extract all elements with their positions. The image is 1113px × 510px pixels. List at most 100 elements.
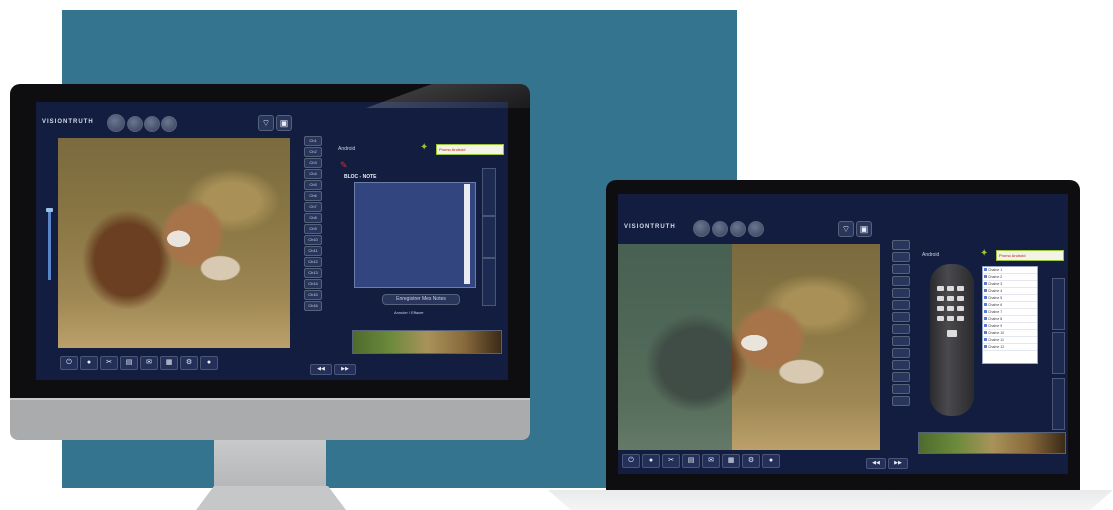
- channel-tag[interactable]: Ch3: [304, 158, 322, 168]
- channel-tag[interactable]: Ch2: [304, 147, 322, 157]
- list-item[interactable]: Chaîne 9: [983, 323, 1037, 330]
- volume-slider-handle[interactable]: [46, 208, 53, 212]
- remote-keypad: [937, 286, 967, 356]
- promo-banner[interactable]: Promo Android: [996, 250, 1064, 261]
- nav-button-2[interactable]: [712, 221, 728, 237]
- notepad-scrollbar[interactable]: [464, 184, 470, 284]
- channel-tag[interactable]: Ch13: [304, 268, 322, 278]
- bulb-icon[interactable]: ●: [200, 356, 218, 370]
- desktop-monitor: VISIONTRUTH ⌔ ▣ Ch1 Ch2 Ch3 Ch4 Ch5 Ch6 …: [10, 84, 530, 398]
- wifi-icon[interactable]: ⌔: [258, 115, 274, 131]
- grid-icon[interactable]: ▦: [160, 356, 178, 370]
- channel-tag[interactable]: Ch6: [304, 191, 322, 201]
- channel-tag[interactable]: [892, 264, 910, 274]
- channel-tag[interactable]: [892, 288, 910, 298]
- save-notes-button[interactable]: Enregistrer Mes Notes: [382, 294, 460, 305]
- list-item[interactable]: Chaîne 12: [983, 344, 1037, 351]
- laptop-base: [548, 490, 1113, 510]
- list-item[interactable]: Chaîne 10: [983, 330, 1037, 337]
- trash-icon[interactable]: ▣: [856, 221, 872, 237]
- channel-tag[interactable]: Ch14: [304, 279, 322, 289]
- promo-banner[interactable]: Promo Android: [436, 144, 504, 155]
- nav-button-3[interactable]: [730, 221, 746, 237]
- nav-button-2[interactable]: [127, 116, 143, 132]
- camera-icon[interactable]: ▤: [682, 454, 700, 468]
- nav-button-3[interactable]: [144, 116, 160, 132]
- channel-tag[interactable]: Ch10: [304, 235, 322, 245]
- tab-remote[interactable]: [1052, 278, 1065, 330]
- channel-tag[interactable]: Ch16: [304, 301, 322, 311]
- next-page-button[interactable]: ▶▶: [334, 364, 356, 375]
- channel-tag[interactable]: Ch8: [304, 213, 322, 223]
- channel-tag[interactable]: Ch4: [304, 169, 322, 179]
- tab-apps[interactable]: [482, 258, 496, 306]
- list-item[interactable]: Chaîne 6: [983, 302, 1037, 309]
- nav-button-4[interactable]: [748, 221, 764, 237]
- record-icon[interactable]: ●: [642, 454, 660, 468]
- channel-tag[interactable]: Ch15: [304, 290, 322, 300]
- channel-tag[interactable]: [892, 324, 910, 334]
- channel-tag[interactable]: Ch9: [304, 224, 322, 234]
- tab-notepad[interactable]: [1052, 332, 1065, 374]
- channel-list: Ch1 Ch2 Ch3 Ch4 Ch5 Ch6 Ch7 Ch8 Ch9 Ch10…: [304, 136, 324, 316]
- channel-tag[interactable]: [892, 360, 910, 370]
- channel-tag[interactable]: [892, 384, 910, 394]
- channel-tag[interactable]: [892, 276, 910, 286]
- mail-icon[interactable]: ✉: [140, 356, 158, 370]
- panel-title: Android: [922, 252, 940, 258]
- nav-home-button[interactable]: [693, 220, 710, 237]
- bulb-icon[interactable]: ●: [762, 454, 780, 468]
- list-item[interactable]: Chaîne 1: [983, 267, 1037, 274]
- nav-home-button[interactable]: [107, 114, 125, 132]
- channel-tag[interactable]: Ch7: [304, 202, 322, 212]
- channel-tag[interactable]: Ch1: [304, 136, 322, 146]
- channel-tag[interactable]: Ch11: [304, 246, 322, 256]
- list-item[interactable]: Chaîne 3: [983, 281, 1037, 288]
- channel-list-popup[interactable]: Chaîne 1 Chaîne 2 Chaîne 3 Chaîne 4 Chaî…: [982, 266, 1038, 364]
- channel-tag[interactable]: [892, 300, 910, 310]
- desktop-app-window: VISIONTRUTH ⌔ ▣ Ch1 Ch2 Ch3 Ch4 Ch5 Ch6 …: [36, 102, 508, 380]
- video-player[interactable]: [58, 138, 290, 348]
- power-icon[interactable]: ⏻: [60, 356, 78, 370]
- nav-button-4[interactable]: [161, 116, 177, 132]
- cancel-link[interactable]: Annuler / Effacer: [394, 310, 424, 315]
- channel-tag[interactable]: [892, 372, 910, 382]
- thumbnail-strip[interactable]: [352, 330, 502, 354]
- trash-icon[interactable]: ▣: [276, 115, 292, 131]
- list-item[interactable]: Chaîne 5: [983, 295, 1037, 302]
- list-item[interactable]: Chaîne 4: [983, 288, 1037, 295]
- channel-tag[interactable]: Ch5: [304, 180, 322, 190]
- tab-remote[interactable]: [482, 168, 496, 216]
- settings-icon[interactable]: ⚙: [180, 356, 198, 370]
- video-overlay: [618, 244, 732, 450]
- channel-tag[interactable]: [892, 396, 910, 406]
- channel-tag[interactable]: [892, 348, 910, 358]
- prev-page-button[interactable]: ◀◀: [310, 364, 332, 375]
- channel-tag[interactable]: [892, 312, 910, 322]
- grid-icon[interactable]: ▦: [722, 454, 740, 468]
- notepad-textarea[interactable]: [354, 182, 476, 288]
- power-icon[interactable]: ⏻: [622, 454, 640, 468]
- record-icon[interactable]: ●: [80, 356, 98, 370]
- thumbnail-strip[interactable]: [918, 432, 1066, 454]
- scissors-icon[interactable]: ✂: [662, 454, 680, 468]
- monitor-chin: [10, 398, 530, 440]
- camera-icon[interactable]: ▤: [120, 356, 138, 370]
- tab-apps[interactable]: [1052, 378, 1065, 430]
- settings-icon[interactable]: ⚙: [742, 454, 760, 468]
- volume-slider[interactable]: [48, 210, 51, 280]
- scissors-icon[interactable]: ✂: [100, 356, 118, 370]
- prev-page-button[interactable]: ◀◀: [866, 458, 886, 469]
- channel-tag[interactable]: Ch12: [304, 257, 322, 267]
- list-item[interactable]: Chaîne 11: [983, 337, 1037, 344]
- next-page-button[interactable]: ▶▶: [888, 458, 908, 469]
- list-item[interactable]: Chaîne 2: [983, 274, 1037, 281]
- tab-notepad[interactable]: [482, 216, 496, 258]
- channel-tag[interactable]: [892, 252, 910, 262]
- list-item[interactable]: Chaîne 7: [983, 309, 1037, 316]
- mail-icon[interactable]: ✉: [702, 454, 720, 468]
- channel-tag[interactable]: [892, 240, 910, 250]
- channel-tag[interactable]: [892, 336, 910, 346]
- list-item[interactable]: Chaîne 8: [983, 316, 1037, 323]
- wifi-icon[interactable]: ⌔: [838, 221, 854, 237]
